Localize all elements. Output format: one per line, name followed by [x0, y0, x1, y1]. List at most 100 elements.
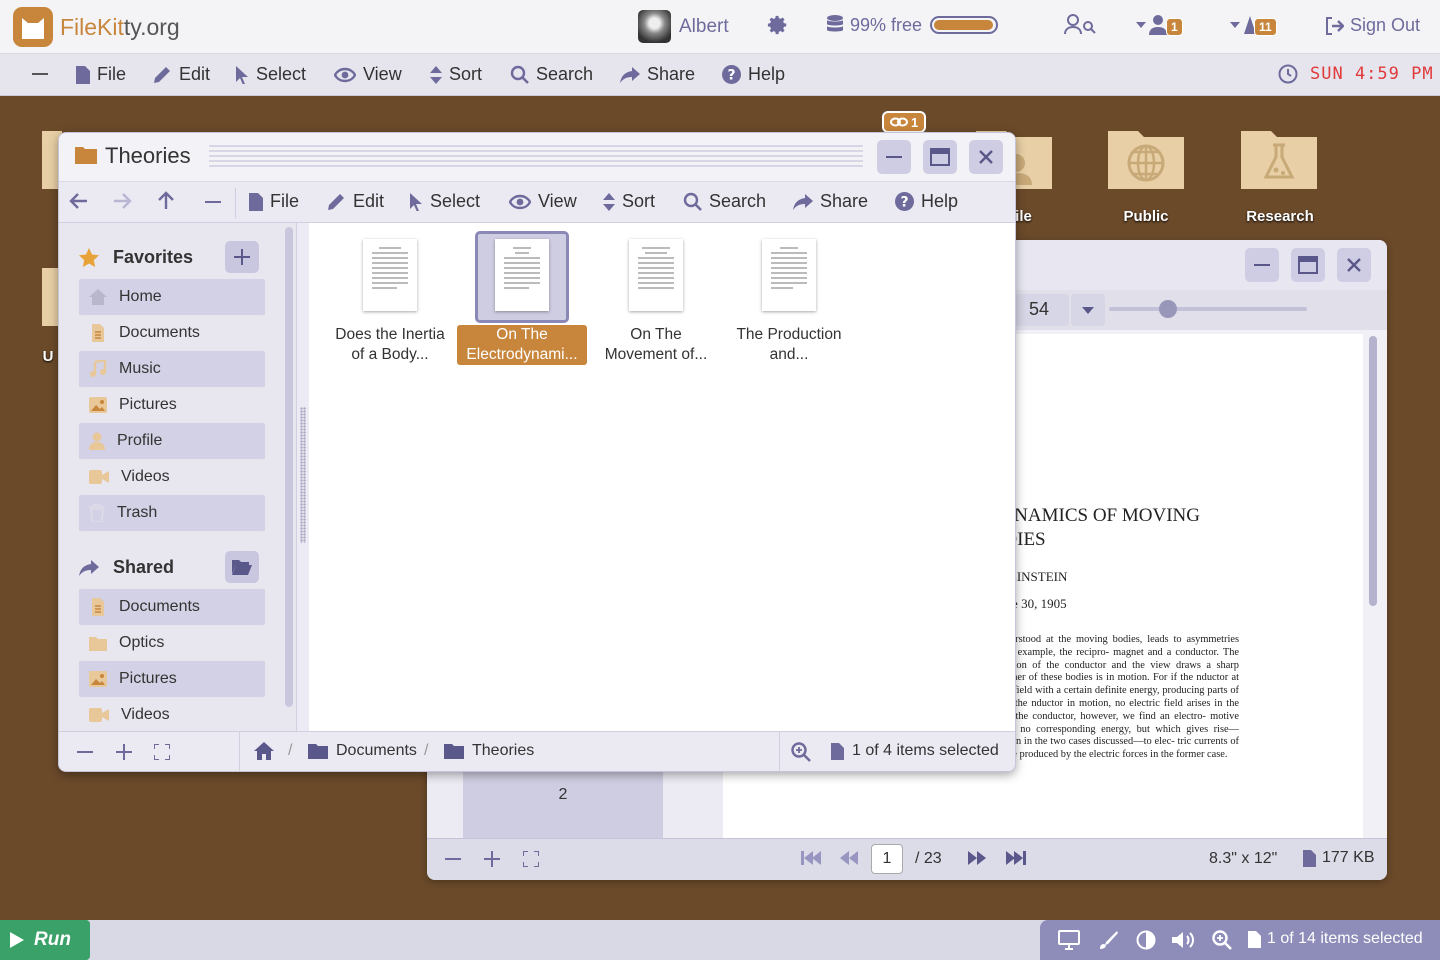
fm-menu-file-label: File: [270, 191, 300, 211]
fm-close-button[interactable]: [969, 140, 1003, 174]
sidebar-scrollbar[interactable]: [285, 227, 293, 707]
desktop-folder-research-icon[interactable]: [1241, 125, 1317, 189]
fm-menu-edit[interactable]: Edit: [327, 191, 384, 212]
file-item[interactable]: Does the Inertia of a Body...: [323, 239, 457, 365]
titlebar-drag-lines[interactable]: [209, 145, 863, 169]
sidebar-resize-handle[interactable]: [297, 223, 309, 731]
menu-edit[interactable]: Edit: [153, 64, 210, 85]
sidebar-item-shared-videos[interactable]: Videos: [79, 697, 265, 733]
previous-page-button[interactable]: [840, 851, 858, 865]
paintbrush-icon[interactable]: [1098, 930, 1118, 950]
menu-share[interactable]: Share: [620, 64, 695, 85]
open-shared-folder-button[interactable]: [225, 551, 259, 583]
sidebar-item-music[interactable]: Music: [79, 351, 265, 387]
run-button[interactable]: Run: [0, 920, 90, 960]
up-button[interactable]: [156, 191, 176, 211]
volume-icon[interactable]: [1172, 930, 1198, 950]
menu-sort[interactable]: Sort: [430, 64, 482, 85]
forward-button[interactable]: [112, 191, 132, 211]
shared-heading[interactable]: Shared: [79, 557, 174, 578]
shared-users-menu[interactable]: 1: [1136, 14, 1183, 36]
logo[interactable]: FileKitty.org: [13, 7, 180, 47]
document-title-line2: BODIES: [973, 528, 1363, 552]
system-clock[interactable]: SUN 4:59 PM: [1278, 64, 1434, 84]
next-page-button[interactable]: [968, 851, 986, 865]
file-item[interactable]: On The Movement of...: [589, 239, 723, 365]
first-page-button[interactable]: [801, 851, 821, 865]
zoom-out-button[interactable]: [77, 751, 93, 753]
fm-file-grid[interactable]: Does the Inertia of a Body... On The Elect…: [309, 223, 1015, 731]
fm-menu-sort-label: Sort: [622, 191, 656, 211]
breadcrumb-home[interactable]: [254, 742, 282, 760]
menu-help[interactable]: ? Help: [722, 64, 785, 85]
shares-badge: 1: [1166, 18, 1183, 36]
sidebar-item-shared-documents[interactable]: Documents: [79, 589, 265, 625]
storage-indicator[interactable]: 99% free: [826, 14, 999, 36]
breadcrumb-documents[interactable]: Documents: [308, 742, 417, 760]
settings-gear-icon[interactable]: [767, 14, 789, 36]
user-menu[interactable]: Albert: [638, 10, 729, 43]
menu-help-label: Help: [748, 64, 786, 84]
breadcrumb-theories[interactable]: Theories: [444, 742, 534, 760]
fm-menu-file[interactable]: File: [249, 191, 299, 212]
viewer-close-button[interactable]: [1337, 248, 1371, 282]
favorites-heading[interactable]: Favorites: [79, 247, 193, 268]
menu-select[interactable]: Select: [236, 64, 306, 85]
page-number-input[interactable]: 1: [871, 844, 903, 874]
viewer-maximize-button[interactable]: [1291, 248, 1325, 282]
viewer-zoom-in-button[interactable]: [484, 851, 500, 867]
sidebar-item-shared-pictures[interactable]: Pictures: [79, 661, 265, 697]
fullscreen-button[interactable]: [154, 744, 170, 760]
contrast-icon[interactable]: [1136, 930, 1156, 950]
last-page-button[interactable]: [1006, 851, 1026, 865]
zoom-search-button[interactable]: [791, 742, 811, 762]
sidebar-item-pictures[interactable]: Pictures: [79, 387, 265, 423]
zoom-slider[interactable]: [1109, 300, 1307, 318]
back-button[interactable]: [69, 191, 89, 211]
viewer-zoom-out-button[interactable]: [445, 858, 461, 860]
fm-menu-view[interactable]: View: [509, 191, 577, 212]
zoom-dropdown[interactable]: [1071, 294, 1105, 326]
menu-search[interactable]: Search: [510, 64, 593, 85]
sidebar-item-optics[interactable]: Optics: [79, 625, 265, 661]
sidebar-item-profile[interactable]: Profile: [79, 423, 265, 459]
fm-status: 1 of 4 items selected: [831, 742, 999, 760]
zoom-slider-knob[interactable]: [1159, 300, 1177, 318]
zoom-input[interactable]: 54: [1015, 294, 1069, 326]
fm-titlebar[interactable]: Theories: [59, 133, 1015, 181]
fullscreen-icon: [523, 851, 539, 867]
menu-view[interactable]: View: [334, 64, 402, 85]
fm-menu-help[interactable]: ? Help: [895, 191, 958, 212]
sidebar-item-videos[interactable]: Videos: [79, 459, 265, 495]
file-item-selected[interactable]: On The Electrodynami...: [455, 231, 589, 365]
sign-out-button[interactable]: Sign Out: [1324, 15, 1420, 36]
collapse-minus-icon[interactable]: [32, 73, 48, 75]
zoom-icon[interactable]: [1212, 930, 1232, 950]
file-item[interactable]: The Production and...: [722, 239, 856, 365]
viewer-scrollbar[interactable]: [1369, 336, 1377, 606]
menu-file[interactable]: File: [76, 64, 126, 85]
sign-out-label: Sign Out: [1350, 15, 1421, 35]
fullscreen-icon: [154, 744, 170, 760]
viewer-fullscreen-button[interactable]: [523, 851, 539, 867]
fm-menu-share[interactable]: Share: [793, 191, 868, 212]
fm-maximize-button[interactable]: [923, 140, 957, 174]
user-search-icon[interactable]: [1064, 14, 1096, 36]
add-favorite-button[interactable]: [225, 241, 259, 273]
fm-menu-search[interactable]: Search: [683, 191, 766, 212]
grip-dots: [300, 407, 306, 543]
fm-minimize-button[interactable]: [877, 140, 911, 174]
viewer-minimize-button[interactable]: [1245, 248, 1279, 282]
collapse-button[interactable]: [205, 201, 221, 203]
sidebar-item-documents[interactable]: Documents: [79, 315, 265, 351]
zoom-in-button[interactable]: [116, 744, 132, 760]
alerts-menu[interactable]: 11: [1230, 14, 1277, 36]
display-icon[interactable]: [1058, 930, 1080, 950]
fm-menu-select[interactable]: Select: [410, 191, 480, 212]
desktop-folder-public-icon[interactable]: [1108, 125, 1184, 189]
sidebar-item-home[interactable]: Home: [79, 279, 265, 315]
fm-menu-sort[interactable]: Sort: [603, 191, 655, 212]
document-icon: [92, 598, 104, 616]
desktop-status-label: 1 of 14 items selected: [1267, 930, 1423, 947]
sidebar-item-trash[interactable]: Trash: [79, 495, 265, 531]
